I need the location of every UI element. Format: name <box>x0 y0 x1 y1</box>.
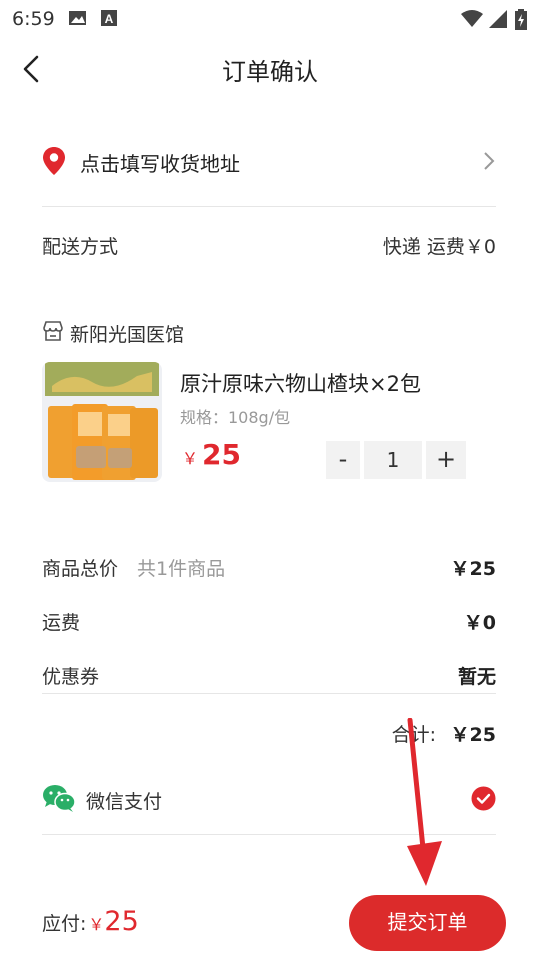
page-title: 订单确认 <box>222 58 318 86</box>
shop-header: 新阳光国医馆 <box>42 316 496 350</box>
battery-icon <box>515 9 527 30</box>
order-total-row: 合计: ￥25 <box>42 718 496 748</box>
goods-total-row: 商品总价 共1件商品 ￥25 <box>42 552 496 582</box>
product-name: 原汁原味六物山楂块×2包 <box>180 372 421 396</box>
product-image <box>42 362 162 482</box>
shipping-label: 配送方式 <box>42 236 119 258</box>
goods-total-value: ￥25 <box>450 558 496 580</box>
status-bar: 6:59 A <box>0 0 540 36</box>
image-icon <box>69 11 86 25</box>
total-value: ￥25 <box>450 724 496 746</box>
price-currency: ￥ <box>182 449 199 468</box>
wechat-icon <box>43 785 76 812</box>
shipping-method: 配送方式 快递 运费￥0 <box>42 228 496 262</box>
status-time: 6:59 <box>12 8 55 30</box>
due-label: 应付: <box>42 913 87 935</box>
location-pin-icon <box>43 147 65 175</box>
product-spec: 规格：108g/包 <box>180 408 291 427</box>
divider <box>42 206 496 207</box>
store-icon <box>43 321 63 341</box>
divider <box>42 834 496 835</box>
quantity-value[interactable]: 1 <box>364 441 422 479</box>
due-currency: ￥ <box>88 915 105 934</box>
decrease-button[interactable]: - <box>326 441 360 479</box>
address-placeholder: 点击填写收货地址 <box>80 152 240 176</box>
goods-total-label: 商品总价 <box>42 558 119 580</box>
svg-text:A: A <box>105 12 114 26</box>
freight-label: 运费 <box>42 612 81 634</box>
freight-value: ￥0 <box>463 612 496 634</box>
text-a-icon: A <box>101 10 117 26</box>
shipping-value: 快递 运费￥0 <box>382 236 496 258</box>
header: 订单确认 <box>0 40 540 96</box>
due-amount: 25 <box>104 906 139 937</box>
goods-count: 共1件商品 <box>137 558 226 580</box>
total-label: 合计: <box>391 724 436 746</box>
payment-label: 微信支付 <box>86 791 163 813</box>
payment-method-wechat[interactable]: 微信支付 <box>42 780 496 820</box>
coupon-label: 优惠券 <box>42 666 100 688</box>
price-amount: 25 <box>202 438 241 471</box>
checkout-bar: 应付: ￥25 提交订单 <box>0 886 540 956</box>
divider <box>42 693 496 694</box>
coupon-value: 暂无 <box>457 666 496 688</box>
product-price: ￥ 25 <box>182 438 241 471</box>
address-selector[interactable]: 点击填写收货地址 <box>42 140 496 184</box>
increase-button[interactable]: + <box>426 441 466 479</box>
freight-row: 运费 ￥0 <box>42 606 496 636</box>
wifi-icon <box>461 10 483 27</box>
submit-order-button[interactable]: 提交订单 <box>349 895 506 951</box>
chevron-right-icon <box>484 152 495 170</box>
check-circle-icon[interactable] <box>471 786 496 811</box>
coupon-row[interactable]: 优惠券 暂无 <box>42 660 496 690</box>
amount-due: 应付: ￥25 <box>42 906 139 937</box>
shop-name: 新阳光国医馆 <box>70 324 185 346</box>
signal-icon <box>489 10 507 28</box>
